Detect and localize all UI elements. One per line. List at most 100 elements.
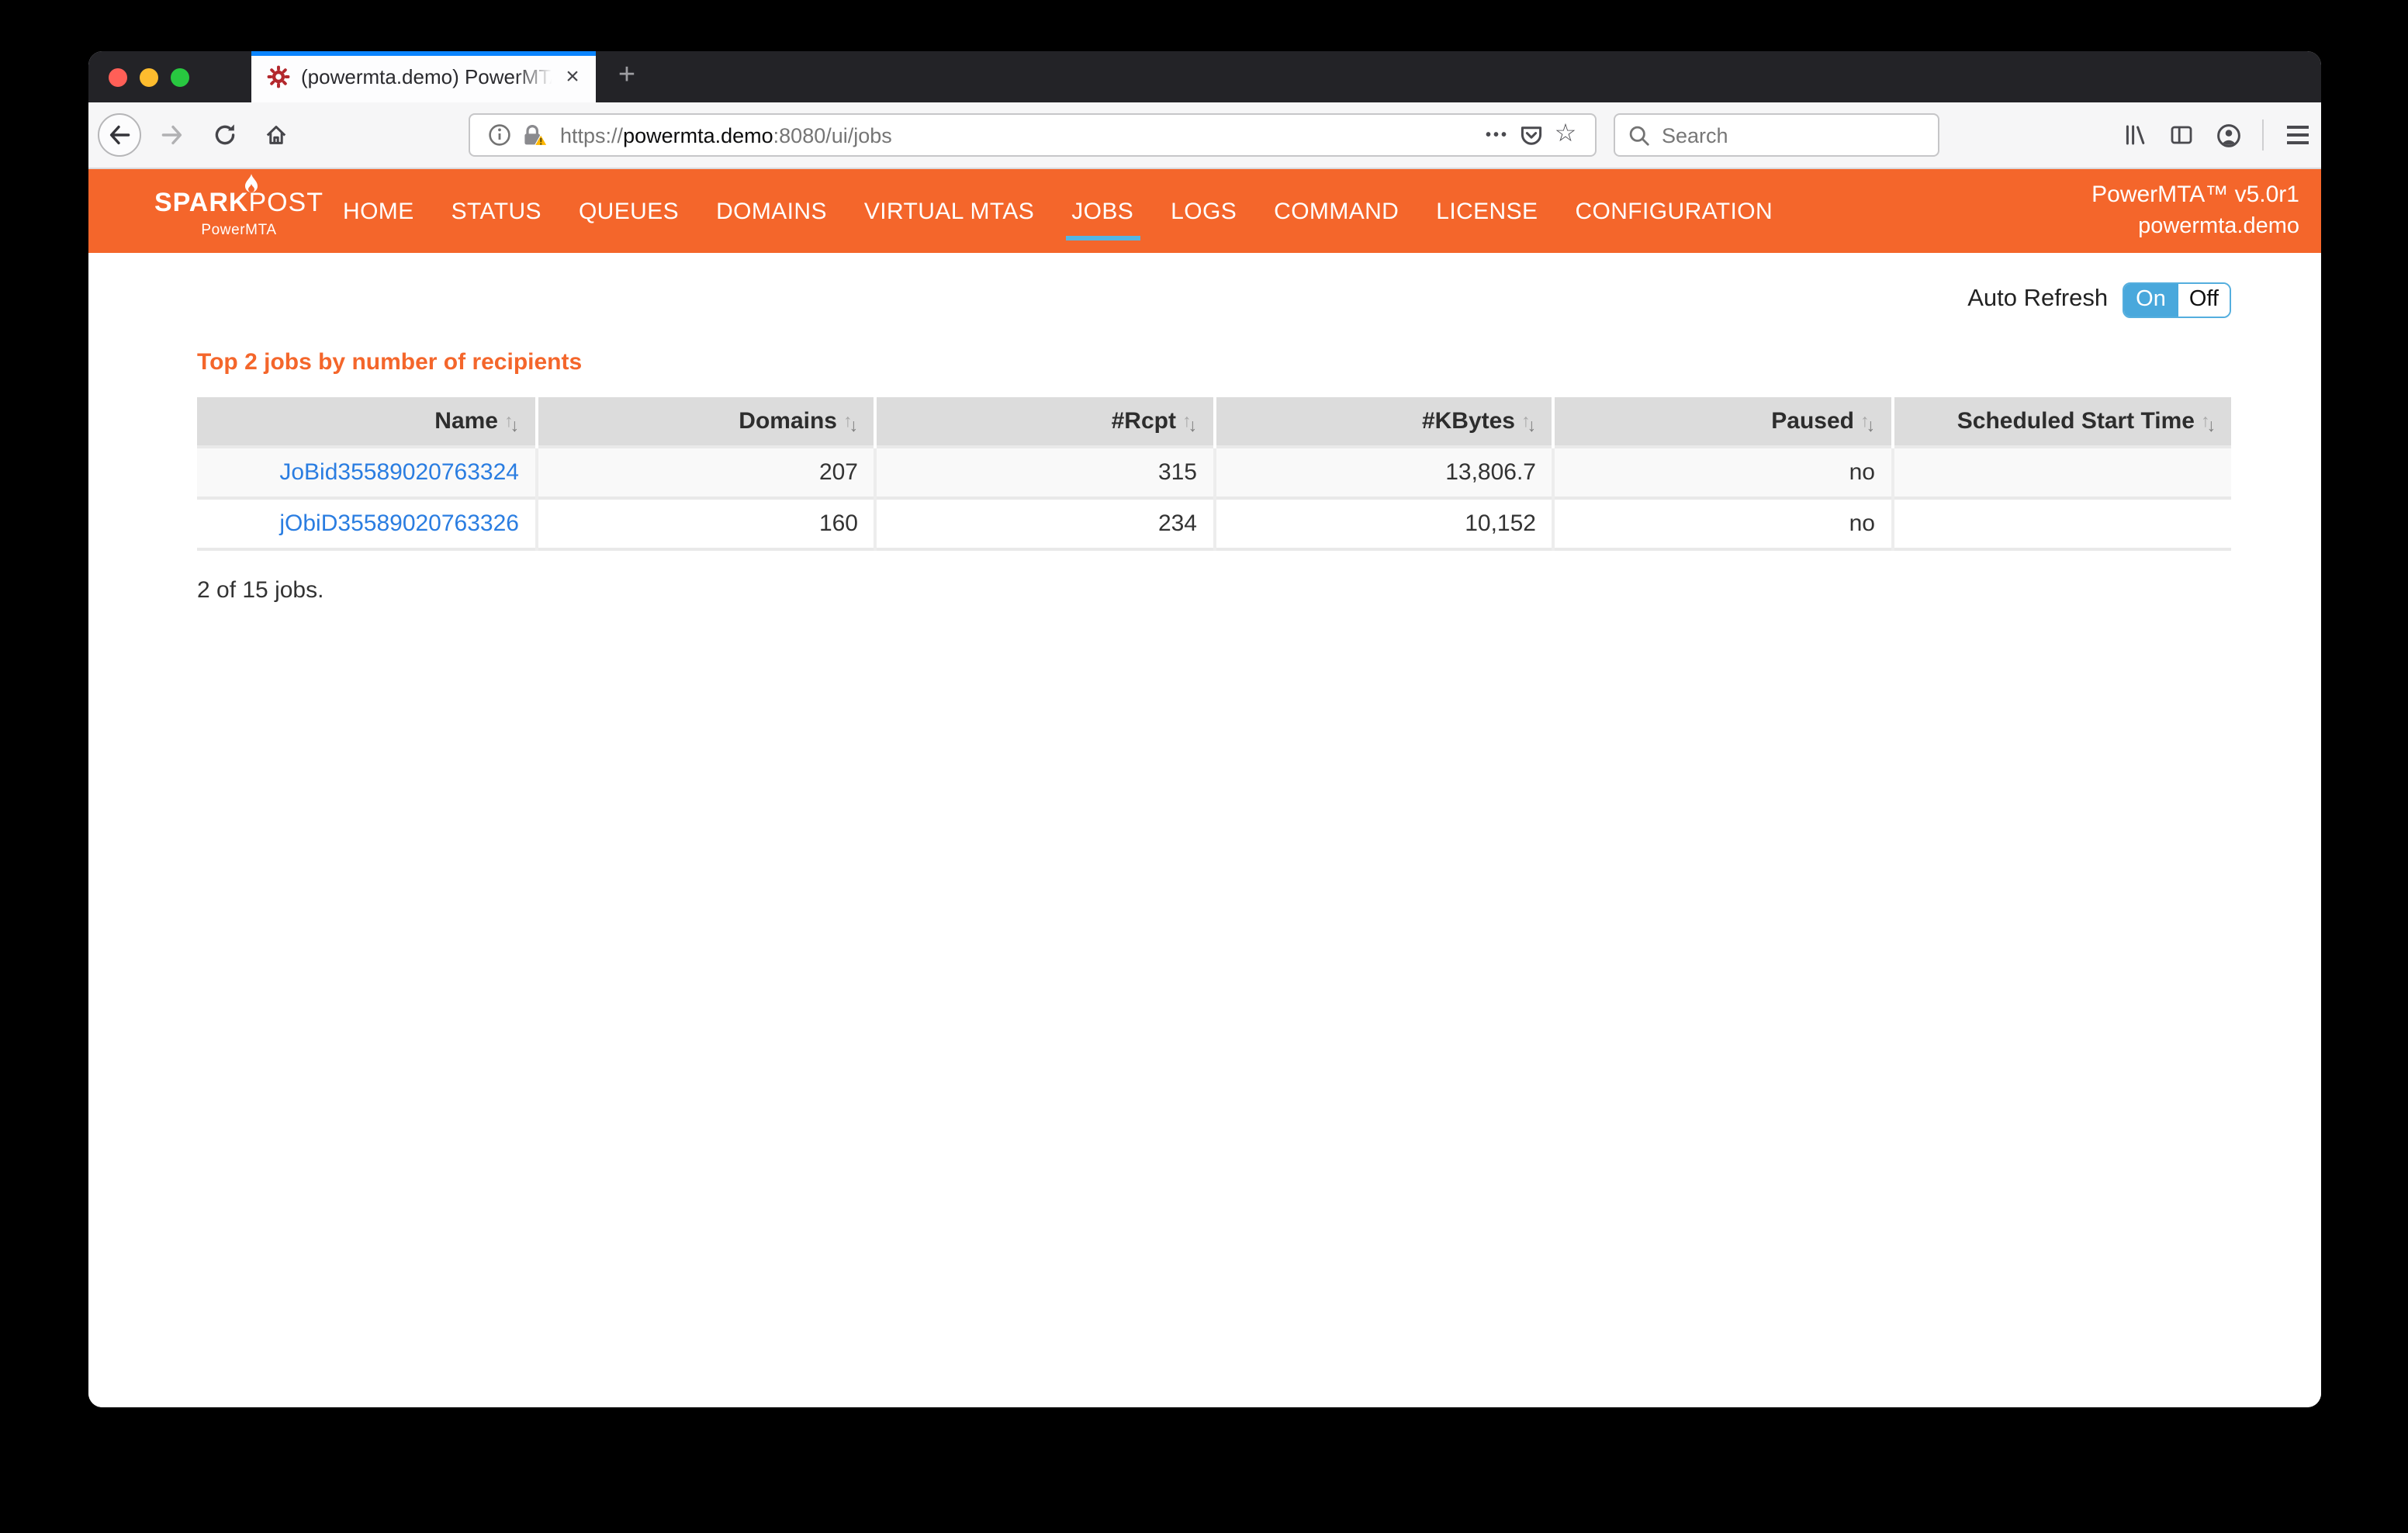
brand-text-post: POST [248, 188, 323, 217]
auto-refresh-label: Auto Refresh [1967, 285, 2108, 313]
account-icon[interactable] [2206, 113, 2250, 157]
minimize-window-button[interactable] [140, 67, 158, 86]
column-label: Domains [739, 408, 837, 434]
version-line: PowerMTA™ v5.0r1 [2091, 178, 2299, 211]
nav-item-license[interactable]: LICENSE [1436, 198, 1538, 224]
cell-rcpt: 234 [875, 498, 1214, 549]
cell-domains: 160 [536, 498, 875, 549]
column-label: Paused [1771, 408, 1854, 434]
nav-item-logs[interactable]: LOGS [1171, 198, 1237, 224]
nav-item-jobs[interactable]: JOBS [1071, 198, 1133, 224]
sort-icon[interactable]: ↑↓ [1860, 414, 1875, 433]
sparkpost-logo: SPARKPOST PowerMTA [129, 189, 349, 239]
active-tab-indicator [251, 51, 596, 56]
tab-title-wrap: (powermta.demo) PowerMTA We [301, 64, 559, 90]
table-row: jObiD35589020763326 160 234 10,152 no [197, 498, 2231, 549]
nav-item-status[interactable]: STATUS [452, 198, 541, 224]
cell-paused: no [1553, 447, 1892, 498]
cell-domains: 207 [536, 447, 875, 498]
column-label: Name [434, 408, 498, 434]
menu-hamburger-icon[interactable] [2276, 126, 2320, 144]
sort-icon[interactable]: ↑↓ [843, 414, 858, 433]
zoom-window-button[interactable] [171, 67, 189, 86]
tab-bar: (powermta.demo) PowerMTA We × + [88, 51, 2321, 102]
desktop: (powermta.demo) PowerMTA We × + [0, 0, 2408, 1533]
flame-icon [244, 174, 259, 194]
column-header-rcpt[interactable]: #Rcpt ↑↓ [875, 397, 1214, 447]
cell-kbytes: 10,152 [1214, 498, 1553, 549]
forward-button[interactable] [150, 113, 194, 157]
reload-button[interactable] [203, 113, 247, 157]
page-title: Top 2 jobs by number of recipients [197, 349, 2231, 380]
url-path: :8080/ui/jobs [773, 123, 892, 147]
close-window-button[interactable] [109, 67, 127, 86]
table-header-row: Name ↑↓ Domains ↑↓ #Rcpt ↑↓ #KBytes ↑↓ Pause… [197, 397, 2231, 447]
job-link[interactable]: jObiD35589020763326 [279, 510, 519, 537]
column-label: Scheduled Start Time [1957, 408, 2195, 434]
nav-item-domains[interactable]: DOMAINS [716, 198, 827, 224]
column-header-scheduled-start-time[interactable]: Scheduled Start Time ↑↓ [1892, 397, 2231, 447]
url-bar[interactable]: https://powermta.demo:8080/ui/jobs ••• ☆ [469, 113, 1597, 157]
nav-item-queues[interactable]: QUEUES [579, 198, 679, 224]
column-label: #KBytes [1422, 408, 1515, 434]
page-info-icon[interactable] [483, 123, 517, 147]
bookmark-star-icon[interactable]: ☆ [1548, 123, 1583, 147]
table-row: JoBid35589020763324 207 315 13,806.7 no [197, 447, 2231, 498]
column-header-domains[interactable]: Domains ↑↓ [536, 397, 875, 447]
home-button[interactable] [254, 113, 298, 157]
browser-toolbar: https://powermta.demo:8080/ui/jobs ••• ☆ [88, 102, 2321, 169]
page-content: Auto Refresh On Off Top 2 jobs by number… [88, 253, 2321, 1407]
sidebar-toggle-icon[interactable] [2160, 113, 2203, 157]
cell-paused: no [1553, 498, 1892, 549]
library-icon[interactable] [2113, 113, 2157, 157]
column-header-paused[interactable]: Paused ↑↓ [1553, 397, 1892, 447]
url-text: https://powermta.demo:8080/ui/jobs [560, 123, 1480, 147]
sparkpost-wordmark: SPARKPOST [129, 189, 349, 216]
pocket-icon[interactable] [1514, 123, 1548, 147]
window-controls [109, 51, 189, 102]
auto-refresh-toggle: On Off [2122, 282, 2231, 317]
auto-refresh-row: Auto Refresh On Off [197, 281, 2231, 318]
back-button[interactable] [98, 113, 141, 157]
browser-tab[interactable]: (powermta.demo) PowerMTA We × [251, 51, 596, 102]
nav-item-configuration[interactable]: CONFIGURATION [1575, 198, 1773, 224]
nav-item-virtual-mtas[interactable]: VIRTUAL MTAS [864, 198, 1034, 224]
cell-name: jObiD35589020763326 [197, 498, 536, 549]
url-scheme: https:// [560, 123, 623, 147]
job-link[interactable]: JoBid35589020763324 [279, 459, 519, 486]
sort-icon[interactable]: ↑↓ [504, 414, 519, 433]
nav-item-command[interactable]: COMMAND [1274, 198, 1399, 224]
browser-window: (powermta.demo) PowerMTA We × + [88, 51, 2321, 1407]
sort-icon[interactable]: ↑↓ [1521, 414, 1536, 433]
version-info: PowerMTA™ v5.0r1 powermta.demo [2091, 178, 2299, 244]
cell-name: JoBid35589020763324 [197, 447, 536, 498]
cell-rcpt: 315 [875, 447, 1214, 498]
auto-refresh-off-button[interactable]: Off [2178, 283, 2230, 316]
page-actions-icon[interactable]: ••• [1480, 126, 1514, 144]
auto-refresh-on-button[interactable]: On [2123, 283, 2178, 316]
column-header-kbytes[interactable]: #KBytes ↑↓ [1214, 397, 1553, 447]
column-label: #Rcpt [1112, 408, 1176, 434]
cell-kbytes: 13,806.7 [1214, 447, 1553, 498]
url-host: powermta.demo [623, 123, 773, 147]
nav-links: HOME STATUS QUEUES DOMAINS VIRTUAL MTAS … [343, 198, 1773, 224]
search-input[interactable] [1662, 123, 1894, 147]
tab-title-fade [515, 64, 559, 90]
column-header-name[interactable]: Name ↑↓ [197, 397, 536, 447]
brand-text-spark: SPARK [154, 188, 249, 217]
hostname-line: powermta.demo [2091, 211, 2299, 244]
sort-icon[interactable]: ↑↓ [2201, 414, 2216, 433]
app-nav-bar: SPARKPOST PowerMTA HOME STATUS QUEUES DO… [88, 169, 2321, 253]
new-tab-button[interactable]: + [607, 51, 647, 102]
nav-item-home[interactable]: HOME [343, 198, 414, 224]
sort-icon[interactable]: ↑↓ [1182, 414, 1197, 433]
brand-subtitle: PowerMTA [129, 222, 349, 239]
toolbar-separator [2262, 119, 2264, 151]
cell-scheduled-start-time [1892, 447, 2231, 498]
search-bar[interactable] [1614, 113, 1939, 157]
tab-close-icon[interactable]: × [559, 51, 586, 102]
jobs-count-text: 2 of 15 jobs. [197, 577, 2231, 604]
insecure-lock-warning-icon[interactable] [517, 123, 551, 147]
jobs-table: Name ↑↓ Domains ↑↓ #Rcpt ↑↓ #KBytes ↑↓ Pause… [197, 397, 2231, 551]
search-icon [1628, 123, 1651, 147]
